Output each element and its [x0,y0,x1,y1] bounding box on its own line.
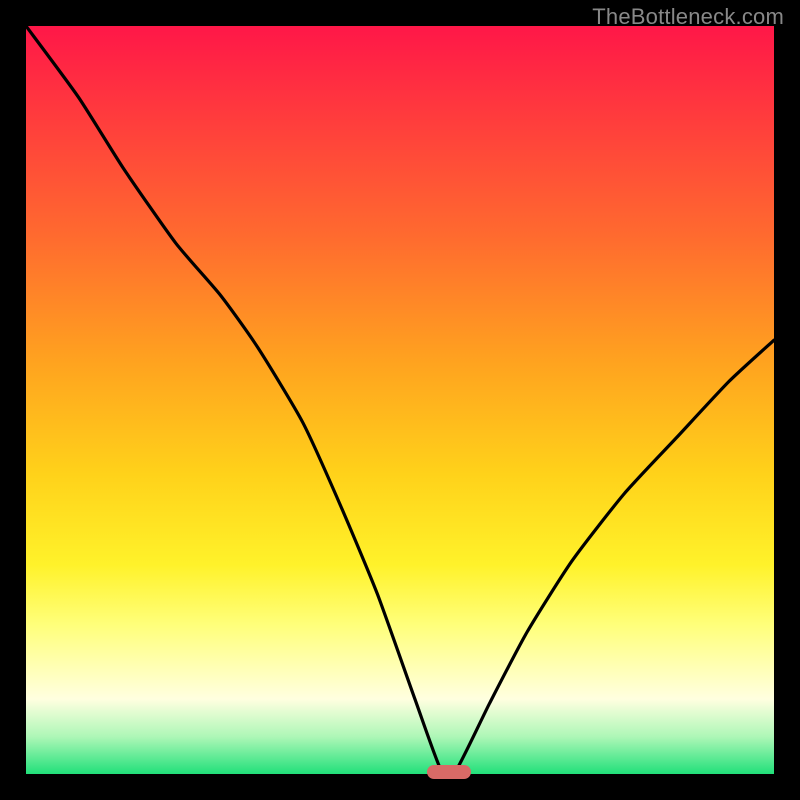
chart-frame: TheBottleneck.com [0,0,800,800]
bottleneck-curve [26,26,774,774]
optimal-marker [427,765,471,779]
plot-area [26,26,774,774]
